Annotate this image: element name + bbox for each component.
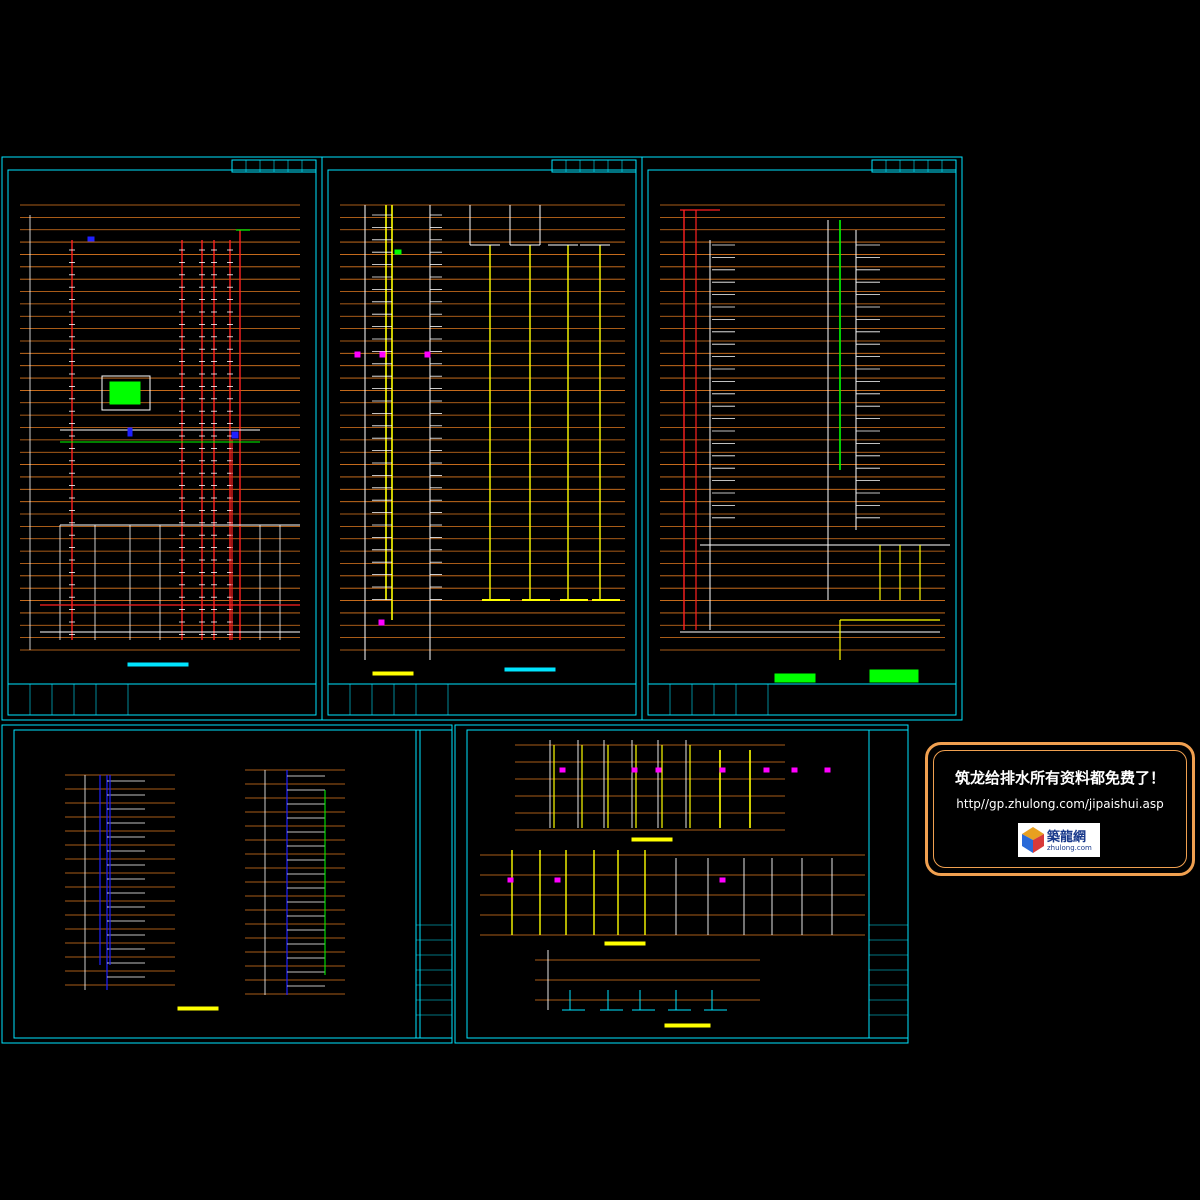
title-block [7,683,317,716]
sheet-outer-border [1,156,323,721]
accent-mark [554,877,561,883]
accent-mark [354,351,361,358]
drawing-sheet [454,724,909,1044]
drawing-title-underline [504,667,556,672]
title-block [868,729,909,1039]
sheet-inner-border [466,729,870,1039]
accent-mark [507,877,514,883]
sheet-outer-border [454,724,909,1044]
accent-mark [631,767,638,773]
accent-mark [127,427,133,437]
drawing-title-underline [604,941,646,946]
accent-mark [719,767,726,773]
accent-mark [824,767,831,773]
drawing-sheet [1,724,453,1044]
promo-title: 筑龙给排水所有资料都免费了！ [954,769,1165,787]
drawing-sheet [1,156,323,721]
promo-box: 筑龙给排水所有资料都免费了！ http//gp.zhulong.com/jipa… [925,742,1195,876]
drawing-title-underline [631,837,673,842]
risers-sheet-4 [65,769,345,1011]
drawing-title-underline [177,1006,219,1011]
drawing-title-underline [372,671,414,676]
accent-mark [791,767,798,773]
drawing-title-underline [127,662,189,667]
logo-chinese-text: 築龍網 [1047,830,1087,845]
sheet-outer-border [1,724,453,1044]
logo-mark-icon [1022,827,1044,853]
title-block [647,683,957,716]
title-block [415,729,453,1039]
cad-drawing-canvas [1,156,963,1044]
title-block [327,683,637,716]
accent-mark [424,351,431,358]
accent-mark [763,767,770,773]
zhulong-logo: 築龍網 zhulong.com [1018,823,1100,857]
sheet-inner-border [647,169,957,716]
accent-mark [231,431,239,439]
sheet-inner-border [327,169,637,716]
accent-mark [719,877,726,883]
drawing-title-block [774,673,816,683]
accent-mark [655,767,662,773]
sheet-outer-border [321,156,643,721]
accent-mark [394,249,402,255]
drawing-title-block [869,669,919,683]
logo-latin-text: zhulong.com [1047,844,1092,852]
accent-mark [87,236,95,242]
risers-sheet-1 [29,215,300,667]
drawing-sheet [321,156,643,721]
floor-lines [340,204,625,651]
promo-url[interactable]: http//gp.zhulong.com/jipaishui.asp [928,797,1192,811]
accent-mark [378,619,385,626]
accent-mark [559,767,566,773]
accent-mark [379,351,386,358]
drawing-title-underline [664,1023,711,1028]
drawing-sheet [641,156,963,721]
risers-sheet-3 [680,209,950,683]
sheet-outer-border [641,156,963,721]
risers-sheet-5 [480,740,865,1028]
floor-lines [660,204,945,651]
detail-box-inner [109,381,141,405]
sheet-inner-border [13,729,421,1039]
